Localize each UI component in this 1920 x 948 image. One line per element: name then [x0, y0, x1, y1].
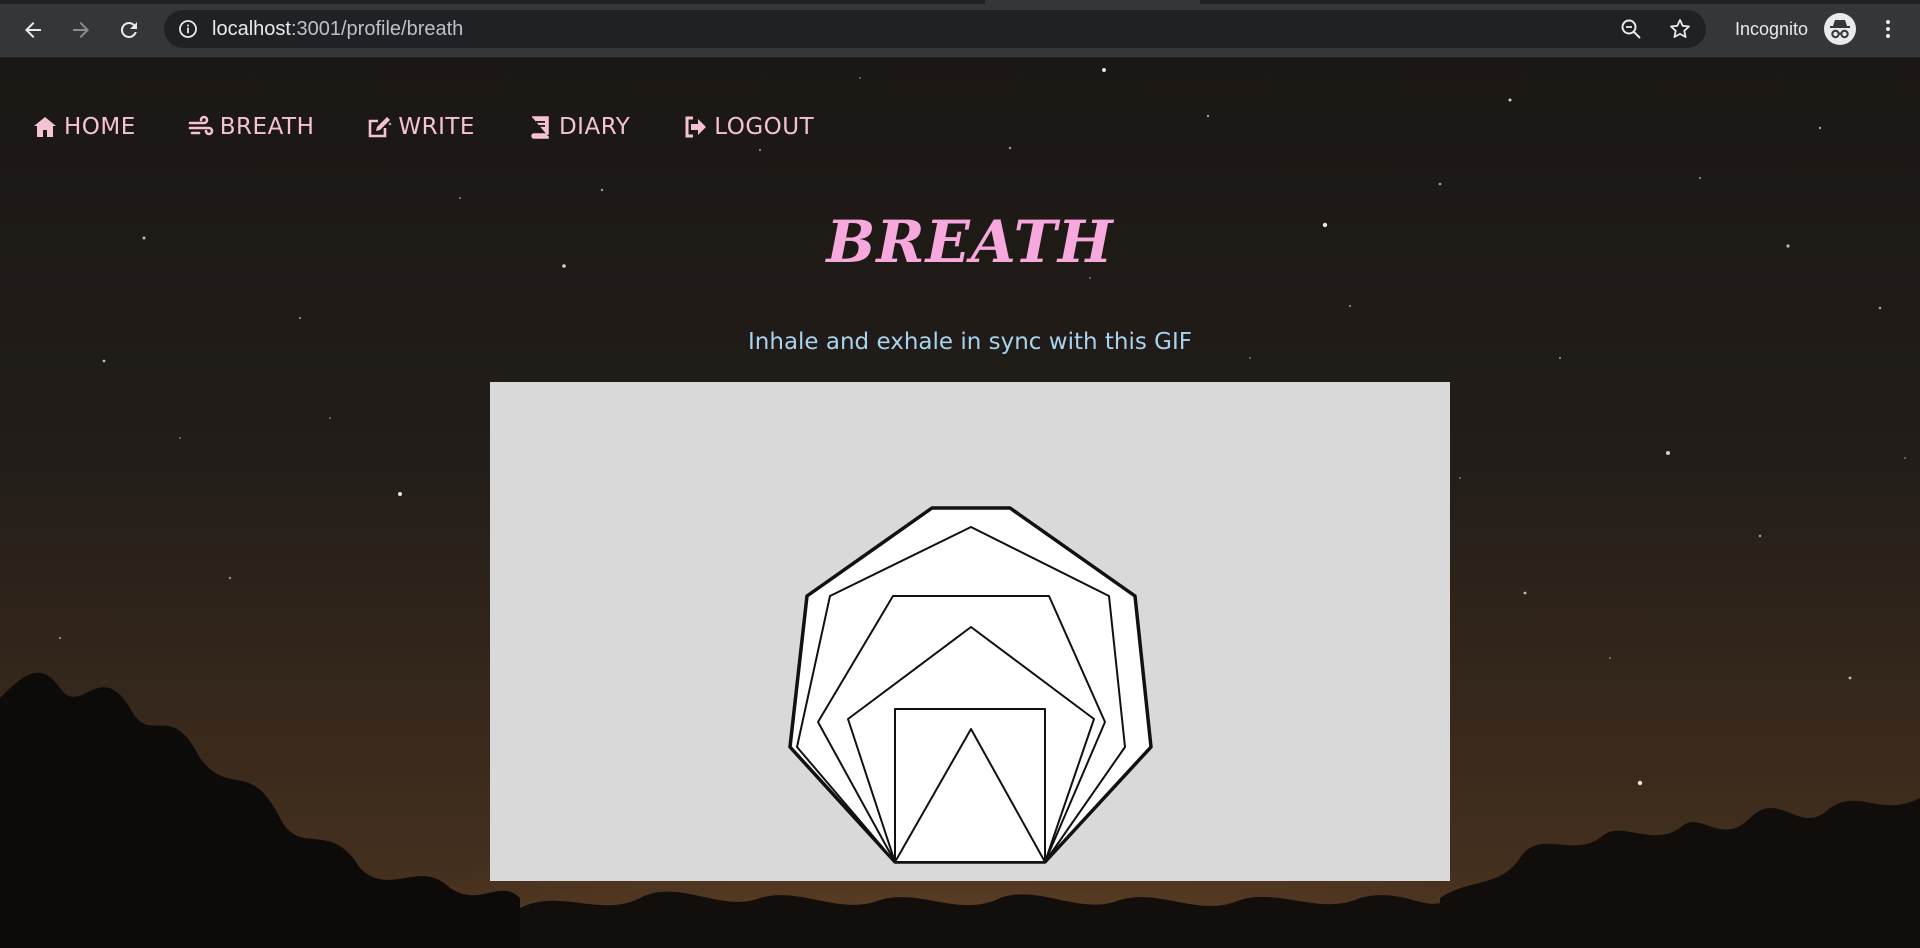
edit-icon	[369, 117, 391, 138]
star-icon[interactable]	[1668, 17, 1692, 41]
url-path: :3001/profile/breath	[290, 18, 464, 40]
active-tab-indicator	[985, 0, 1200, 4]
incognito-label: Incognito	[1735, 19, 1809, 39]
reload-icon	[120, 21, 137, 38]
info-icon[interactable]	[178, 19, 198, 39]
reload-button[interactable]	[112, 13, 146, 47]
url-host: localhost	[212, 18, 291, 40]
nav-breath[interactable]: BREATH	[188, 114, 315, 140]
wind-icon	[188, 115, 214, 136]
zoom-icon[interactable]	[1619, 17, 1643, 41]
book-icon	[531, 116, 549, 139]
menu-icon[interactable]	[1876, 17, 1900, 41]
page-title: BREATH	[826, 208, 1114, 276]
incognito-avatar[interactable]	[1824, 13, 1856, 45]
sign-out-icon	[685, 116, 707, 138]
incognito-icon	[1830, 20, 1850, 39]
nav-home-label: HOME	[64, 114, 136, 140]
nav-write-label: WRITE	[398, 114, 475, 140]
back-arrow-icon	[25, 22, 41, 38]
main-nav: HOME BREATH WRITE DIARY LOGOUT	[32, 114, 866, 140]
breathing-gif	[490, 382, 1450, 881]
nav-logout[interactable]: LOGOUT	[682, 114, 814, 140]
tab-strip	[0, 0, 1920, 4]
browser-chrome: localhost:3001/profile/breath Incognito	[0, 0, 1920, 58]
nav-logout-label: LOGOUT	[714, 114, 815, 140]
nav-write[interactable]: WRITE	[366, 114, 475, 140]
home-icon	[34, 117, 56, 137]
nav-breath-label: BREATH	[219, 114, 315, 140]
nav-diary[interactable]: DIARY	[527, 114, 630, 140]
breathing-shapes-illustration	[788, 506, 1153, 864]
forward-arrow-icon	[73, 22, 89, 38]
url-text[interactable]: localhost:3001/profile/breath	[212, 19, 463, 39]
back-button[interactable]	[16, 13, 50, 47]
page-background: HOME BREATH WRITE DIARY LOGOUT BREATH In…	[0, 58, 1920, 948]
forward-button[interactable]	[64, 13, 98, 47]
address-bar[interactable]: localhost:3001/profile/breath	[164, 10, 1706, 48]
page-subtitle: Inhale and exhale in sync with this GIF	[748, 329, 1192, 355]
nav-diary-label: DIARY	[558, 114, 631, 140]
nav-home[interactable]: HOME	[32, 114, 136, 140]
